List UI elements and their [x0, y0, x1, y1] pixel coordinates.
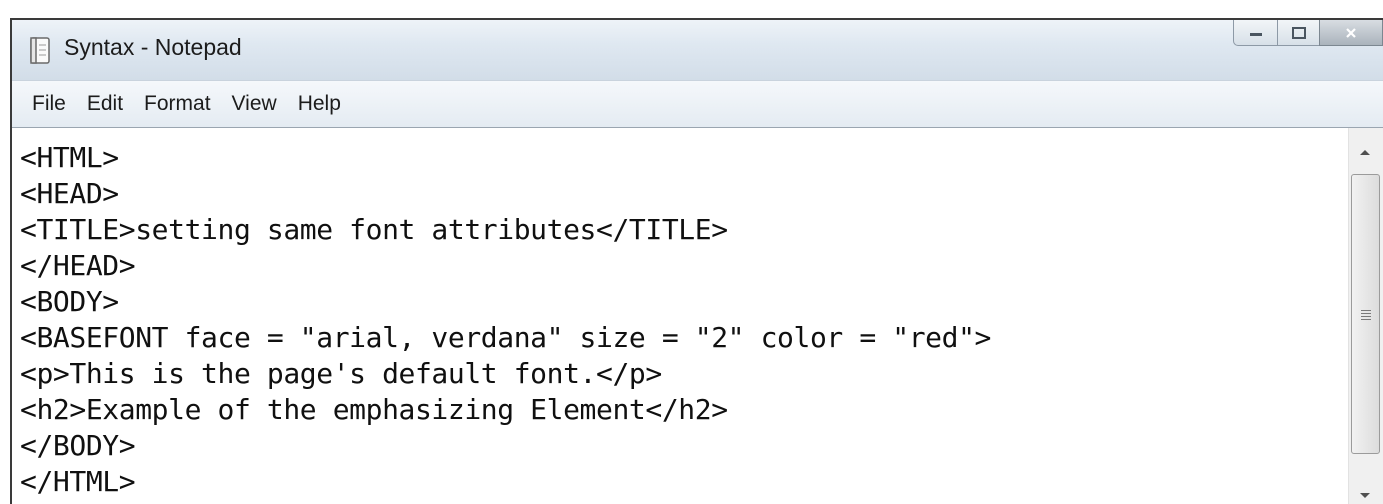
notepad-window: Syntax - Notepad File Edit Format View H… — [10, 18, 1383, 504]
code-line: <p>This is the page's default font.</p> — [20, 357, 662, 390]
code-line: <BODY> — [20, 285, 119, 318]
code-line: <HEAD> — [20, 177, 119, 210]
menu-view[interactable]: View — [232, 92, 277, 116]
text-editor[interactable]: <HTML> <HEAD> <TITLE>setting same font a… — [12, 128, 1349, 504]
code-line: </BODY> — [20, 429, 136, 462]
menu-bar: File Edit Format View Help — [12, 80, 1383, 129]
menu-format[interactable]: Format — [144, 92, 211, 116]
editor-lines: <HTML> <HEAD> <TITLE>setting same font a… — [12, 128, 1349, 500]
close-icon — [1346, 27, 1356, 38]
code-line: <h2>Example of the emphasizing Element</… — [20, 393, 728, 426]
scroll-up-arrow-icon[interactable] — [1360, 150, 1370, 155]
menu-edit[interactable]: Edit — [87, 92, 123, 116]
code-line: </HEAD> — [20, 249, 136, 282]
vertical-scrollbar[interactable] — [1348, 128, 1383, 504]
window-title: Syntax - Notepad — [64, 34, 242, 60]
scroll-down-arrow-icon[interactable] — [1360, 493, 1370, 498]
minimize-button[interactable] — [1233, 20, 1277, 46]
caption-buttons — [1233, 20, 1383, 46]
grip-icon — [1361, 310, 1371, 320]
close-button[interactable] — [1319, 20, 1383, 46]
menu-help[interactable]: Help — [298, 92, 341, 116]
title-bar[interactable]: Syntax - Notepad — [12, 20, 1383, 80]
code-line: <TITLE>setting same font attributes</TIT… — [20, 213, 728, 246]
maximize-icon — [1291, 26, 1306, 39]
menu-file[interactable]: File — [32, 92, 66, 116]
code-line: <BASEFONT face = "arial, verdana" size =… — [20, 321, 991, 354]
code-line: </HTML> — [20, 465, 136, 498]
minimize-icon — [1249, 32, 1262, 36]
notepad-icon — [30, 37, 50, 64]
scrollbar-thumb[interactable] — [1351, 174, 1380, 454]
maximize-button[interactable] — [1277, 20, 1319, 46]
code-line: <HTML> — [20, 141, 119, 174]
